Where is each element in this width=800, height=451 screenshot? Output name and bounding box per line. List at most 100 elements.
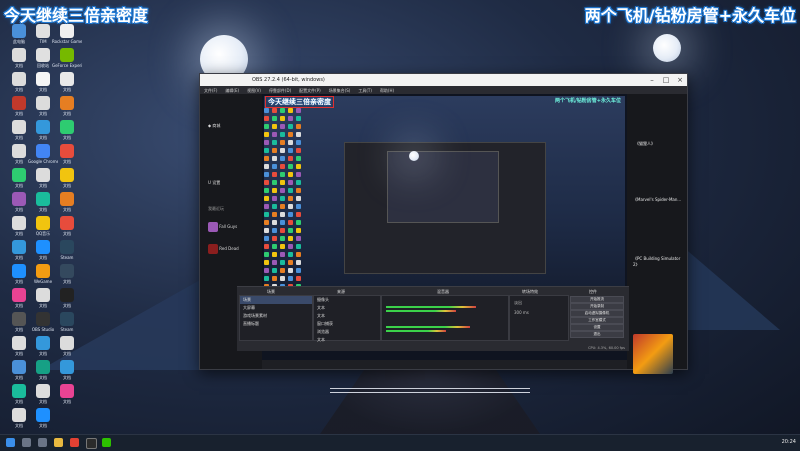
desktop-icon[interactable]: 文档 — [52, 288, 82, 308]
transition-mode[interactable]: 淡出 — [514, 300, 522, 306]
desktop-icon[interactable]: Rockstar Games — [52, 24, 82, 44]
desktop-icon[interactable]: 文档 — [52, 336, 82, 356]
audio-mixer[interactable] — [381, 295, 509, 341]
scenes-list[interactable]: 场景 大屏幕 游戏场景素材 直播标题 — [239, 295, 313, 341]
mini-icon — [272, 180, 277, 185]
source-item[interactable]: 文本 — [314, 336, 380, 344]
menu-item[interactable]: 配置文件(P) — [295, 86, 325, 94]
app-icon — [36, 408, 50, 422]
desktop-icon[interactable]: 文档 — [52, 216, 82, 236]
desktop-icon[interactable]: 文档 — [28, 408, 58, 428]
desktop-icon[interactable]: 文档 — [52, 168, 82, 188]
control-button[interactable]: 退出 — [570, 331, 624, 338]
scene-item[interactable]: 直播标题 — [240, 320, 312, 328]
minimize-icon[interactable]: – — [645, 74, 659, 86]
control-button[interactable]: 设置 — [570, 324, 624, 331]
desktop-icon[interactable]: 文档 — [52, 144, 82, 164]
mini-icon — [280, 252, 285, 257]
nested-moon — [409, 151, 419, 161]
maximize-icon[interactable]: □ — [659, 74, 673, 86]
control-button[interactable]: 工作室模式 — [570, 317, 624, 324]
mini-icon — [296, 188, 301, 193]
side-item-settings[interactable]: U 设置 — [208, 180, 220, 186]
obs-icon[interactable] — [86, 438, 97, 449]
menu-item[interactable]: 帮助(H) — [376, 86, 398, 94]
menu-item[interactable]: 停靠部件(D) — [265, 86, 295, 94]
source-item[interactable]: 浏览器 — [314, 328, 380, 336]
desktop-icon[interactable]: 文档 — [52, 96, 82, 116]
desktop-icon[interactable]: 文档 — [52, 384, 82, 404]
chrome-icon[interactable] — [70, 438, 79, 447]
windows-start-icon[interactable] — [6, 438, 15, 447]
source-item[interactable]: 文本 — [314, 304, 380, 312]
recent-game-1[interactable]: Fall Guys — [208, 222, 237, 232]
mini-icon — [296, 116, 301, 121]
launcher-right-panel: 《猫狸人》 《Marvel's Spider-Man... 《PC Buildi… — [627, 94, 687, 374]
mini-icon — [272, 140, 277, 145]
obs-titlebar[interactable]: OBS 27.2.4 (64-bit, windows) – □ × — [200, 74, 687, 86]
scene-item[interactable]: 游戏场景素材 — [240, 312, 312, 320]
mini-icon — [272, 276, 277, 281]
desktop-icon[interactable]: 文档 — [52, 264, 82, 284]
control-button[interactable]: 开始录制 — [570, 303, 624, 310]
menu-item[interactable]: 文件(F) — [200, 86, 221, 94]
app-icon — [60, 168, 74, 182]
menu-item[interactable]: 编辑(E) — [221, 86, 243, 94]
control-button[interactable]: 开始推流 — [570, 296, 624, 303]
recent-game-2[interactable]: Red Dead — [208, 244, 239, 254]
figure-skirt — [320, 370, 540, 434]
right-item-1[interactable]: 《猫狸人》 — [635, 141, 655, 147]
desktop-icon[interactable]: Steam — [52, 312, 82, 332]
close-icon[interactable]: × — [673, 74, 687, 86]
menu-item[interactable]: 工具(T) — [354, 86, 376, 94]
mini-icon — [264, 140, 269, 145]
app-icon — [36, 48, 50, 62]
control-button[interactable]: 启动虚拟摄像机 — [570, 310, 624, 317]
desktop-icon[interactable]: 文档 — [52, 192, 82, 212]
clock-time[interactable]: 20:24 — [782, 439, 796, 445]
right-item-2[interactable]: 《Marvel's Spider-Man... — [633, 197, 683, 203]
mini-icon — [288, 276, 293, 281]
source-item[interactable]: 摄像头 — [314, 296, 380, 304]
app-icon — [36, 72, 50, 86]
desktop-icon[interactable]: 文档 — [52, 72, 82, 92]
mini-icon — [272, 260, 277, 265]
desktop-icon-label: 文档 — [63, 87, 71, 92]
desktop-icon-label: Steam — [60, 255, 74, 260]
file-explorer-icon[interactable] — [54, 438, 63, 447]
side-item-store[interactable]: ◆ 商城 — [208, 123, 220, 129]
game-thumbnail[interactable] — [633, 334, 673, 374]
sources-list[interactable]: 摄像头 文本 文本 窗口捕获 浏览器 文本 — [313, 295, 381, 344]
menu-item[interactable]: 视图(V) — [243, 86, 265, 94]
desktop-icon[interactable]: 文档 — [52, 360, 82, 380]
desktop-icon[interactable]: Steam — [52, 240, 82, 260]
app-icon — [36, 384, 50, 398]
app-icon — [36, 96, 50, 110]
nested-preview — [344, 142, 546, 274]
desktop-icon[interactable]: 文档 — [52, 120, 82, 140]
task-view-icon[interactable] — [38, 438, 47, 447]
wechat-icon[interactable] — [102, 438, 111, 447]
right-item-3[interactable]: 《PC Building Simulator 2》 — [633, 256, 685, 268]
menu-item[interactable]: 场景集合(S) — [325, 86, 355, 94]
app-icon — [60, 240, 74, 254]
transitions-panel[interactable]: 淡出 300 ms — [509, 295, 569, 341]
mini-icon — [272, 220, 277, 225]
scene-item[interactable]: 场景 — [240, 296, 312, 304]
source-item[interactable]: 文本 — [314, 312, 380, 320]
mini-icon — [264, 204, 269, 209]
mini-icon — [264, 276, 269, 281]
audio-meter-2 — [386, 310, 456, 312]
nested-preview-inner — [387, 151, 499, 223]
mini-icon — [288, 180, 293, 185]
search-icon[interactable] — [22, 438, 31, 447]
audio-meter-4 — [386, 330, 446, 332]
mini-icon — [264, 260, 269, 265]
desktop-icon[interactable]: GeForce Experience — [52, 48, 82, 68]
app-icon — [12, 168, 26, 182]
scene-item[interactable]: 大屏幕 — [240, 304, 312, 312]
app-icon — [60, 24, 74, 38]
transition-duration[interactable]: 300 ms — [514, 310, 529, 315]
source-item[interactable]: 窗口捕获 — [314, 320, 380, 328]
app-icon — [36, 216, 50, 230]
